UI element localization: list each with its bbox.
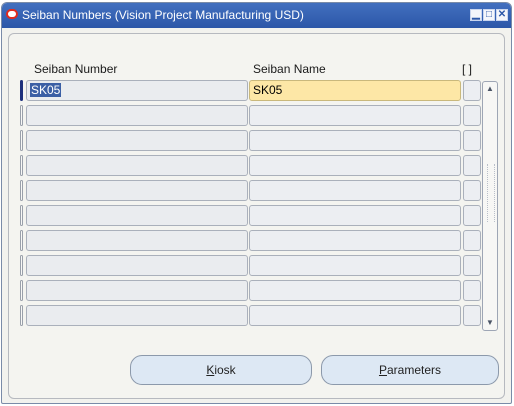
window-title: Seiban Numbers (Vision Project Manufactu… — [22, 8, 304, 22]
row-selector[interactable] — [20, 155, 23, 176]
row-selector[interactable] — [20, 305, 23, 326]
seiban-number-field[interactable] — [26, 130, 248, 151]
seiban-name-field[interactable] — [249, 130, 461, 151]
descriptive-flexfield[interactable] — [463, 105, 481, 126]
descriptive-flexfield[interactable] — [463, 205, 481, 226]
seiban-name-field[interactable] — [249, 155, 461, 176]
descriptive-flexfield[interactable] — [463, 305, 481, 326]
vertical-scrollbar[interactable]: ▲ ▼ — [482, 81, 498, 331]
seiban-number-field[interactable] — [26, 205, 248, 226]
seiban-panel: Seiban Number Seiban Name [ ] SK05 SK05 ▲… — [8, 33, 505, 399]
parameters-mnemonic: P — [378, 363, 387, 377]
kiosk-button[interactable]: Kiosk — [130, 355, 312, 385]
seiban-name-field[interactable] — [249, 180, 461, 201]
seiban-number-field[interactable]: SK05 — [26, 80, 248, 101]
seiban-number-field[interactable] — [26, 230, 248, 251]
descriptive-flexfield[interactable] — [463, 155, 481, 176]
scroll-up-icon[interactable]: ▲ — [485, 84, 495, 94]
row-selector[interactable] — [20, 280, 23, 301]
title-bar: Seiban Numbers (Vision Project Manufactu… — [2, 3, 511, 28]
seiban-number-value: SK05 — [30, 83, 62, 97]
descriptive-flexfield[interactable] — [463, 255, 481, 276]
parameters-label: arameters — [386, 363, 442, 377]
column-header-seiban-number: Seiban Number — [34, 62, 118, 76]
close-icon[interactable]: ✕ — [496, 9, 508, 21]
descriptive-flexfield[interactable] — [463, 180, 481, 201]
seiban-numbers-window: Seiban Numbers (Vision Project Manufactu… — [1, 2, 512, 404]
descriptive-flexfield[interactable] — [463, 80, 481, 101]
seiban-name-field[interactable] — [249, 105, 461, 126]
seiban-number-field[interactable] — [26, 280, 248, 301]
row-selector[interactable] — [20, 130, 23, 151]
minimize-icon[interactable]: ▁ — [470, 9, 482, 21]
parameters-button[interactable]: Parameters — [321, 355, 499, 385]
row-selector[interactable] — [20, 180, 23, 201]
seiban-number-field[interactable] — [26, 155, 248, 176]
descriptive-flexfield[interactable] — [463, 230, 481, 251]
scroll-down-icon[interactable]: ▼ — [485, 318, 495, 328]
seiban-number-field[interactable] — [26, 180, 248, 201]
kiosk-label: iosk — [214, 363, 236, 377]
seiban-number-field[interactable] — [26, 255, 248, 276]
seiban-number-field[interactable] — [26, 105, 248, 126]
descriptive-flexfield[interactable] — [463, 280, 481, 301]
seiban-number-field[interactable] — [26, 305, 248, 326]
row-selector[interactable] — [20, 80, 23, 101]
row-selector[interactable] — [20, 230, 23, 251]
column-header-seiban-name: Seiban Name — [253, 62, 326, 76]
seiban-name-field[interactable] — [249, 205, 461, 226]
seiban-name-field[interactable] — [249, 255, 461, 276]
column-header-extra: [ ] — [462, 62, 473, 76]
row-selector[interactable] — [20, 255, 23, 276]
scroll-grip[interactable] — [487, 164, 495, 222]
seiban-name-field[interactable]: SK05 — [249, 80, 461, 101]
row-selector[interactable] — [20, 205, 23, 226]
row-selector[interactable] — [20, 105, 23, 126]
seiban-name-field[interactable] — [249, 280, 461, 301]
maximize-icon[interactable]: □ — [483, 9, 495, 21]
seiban-name-field[interactable] — [249, 230, 461, 251]
seiban-name-field[interactable] — [249, 305, 461, 326]
descriptive-flexfield[interactable] — [463, 130, 481, 151]
oracle-logo-icon — [6, 9, 18, 19]
